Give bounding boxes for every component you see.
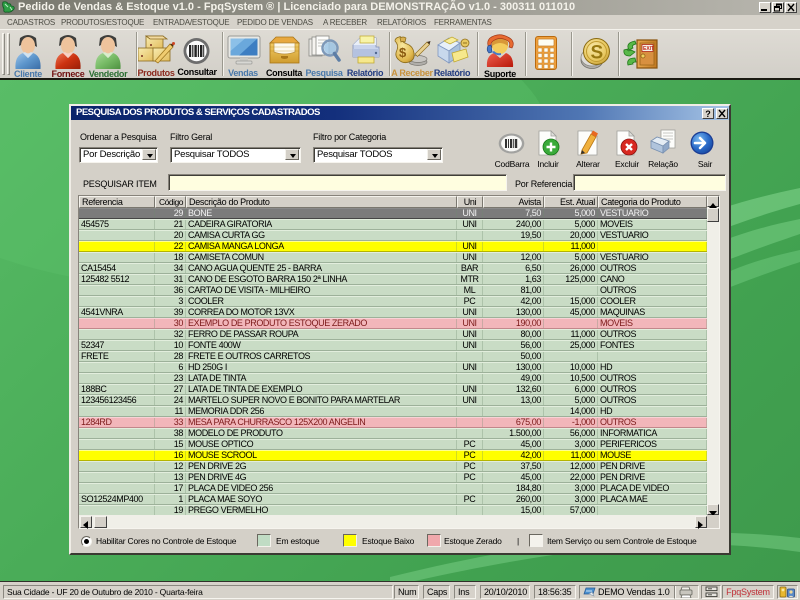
svg-text:S: S xyxy=(591,43,604,64)
svg-text:$: $ xyxy=(399,45,407,60)
svg-text:EXIT: EXIT xyxy=(643,46,654,52)
